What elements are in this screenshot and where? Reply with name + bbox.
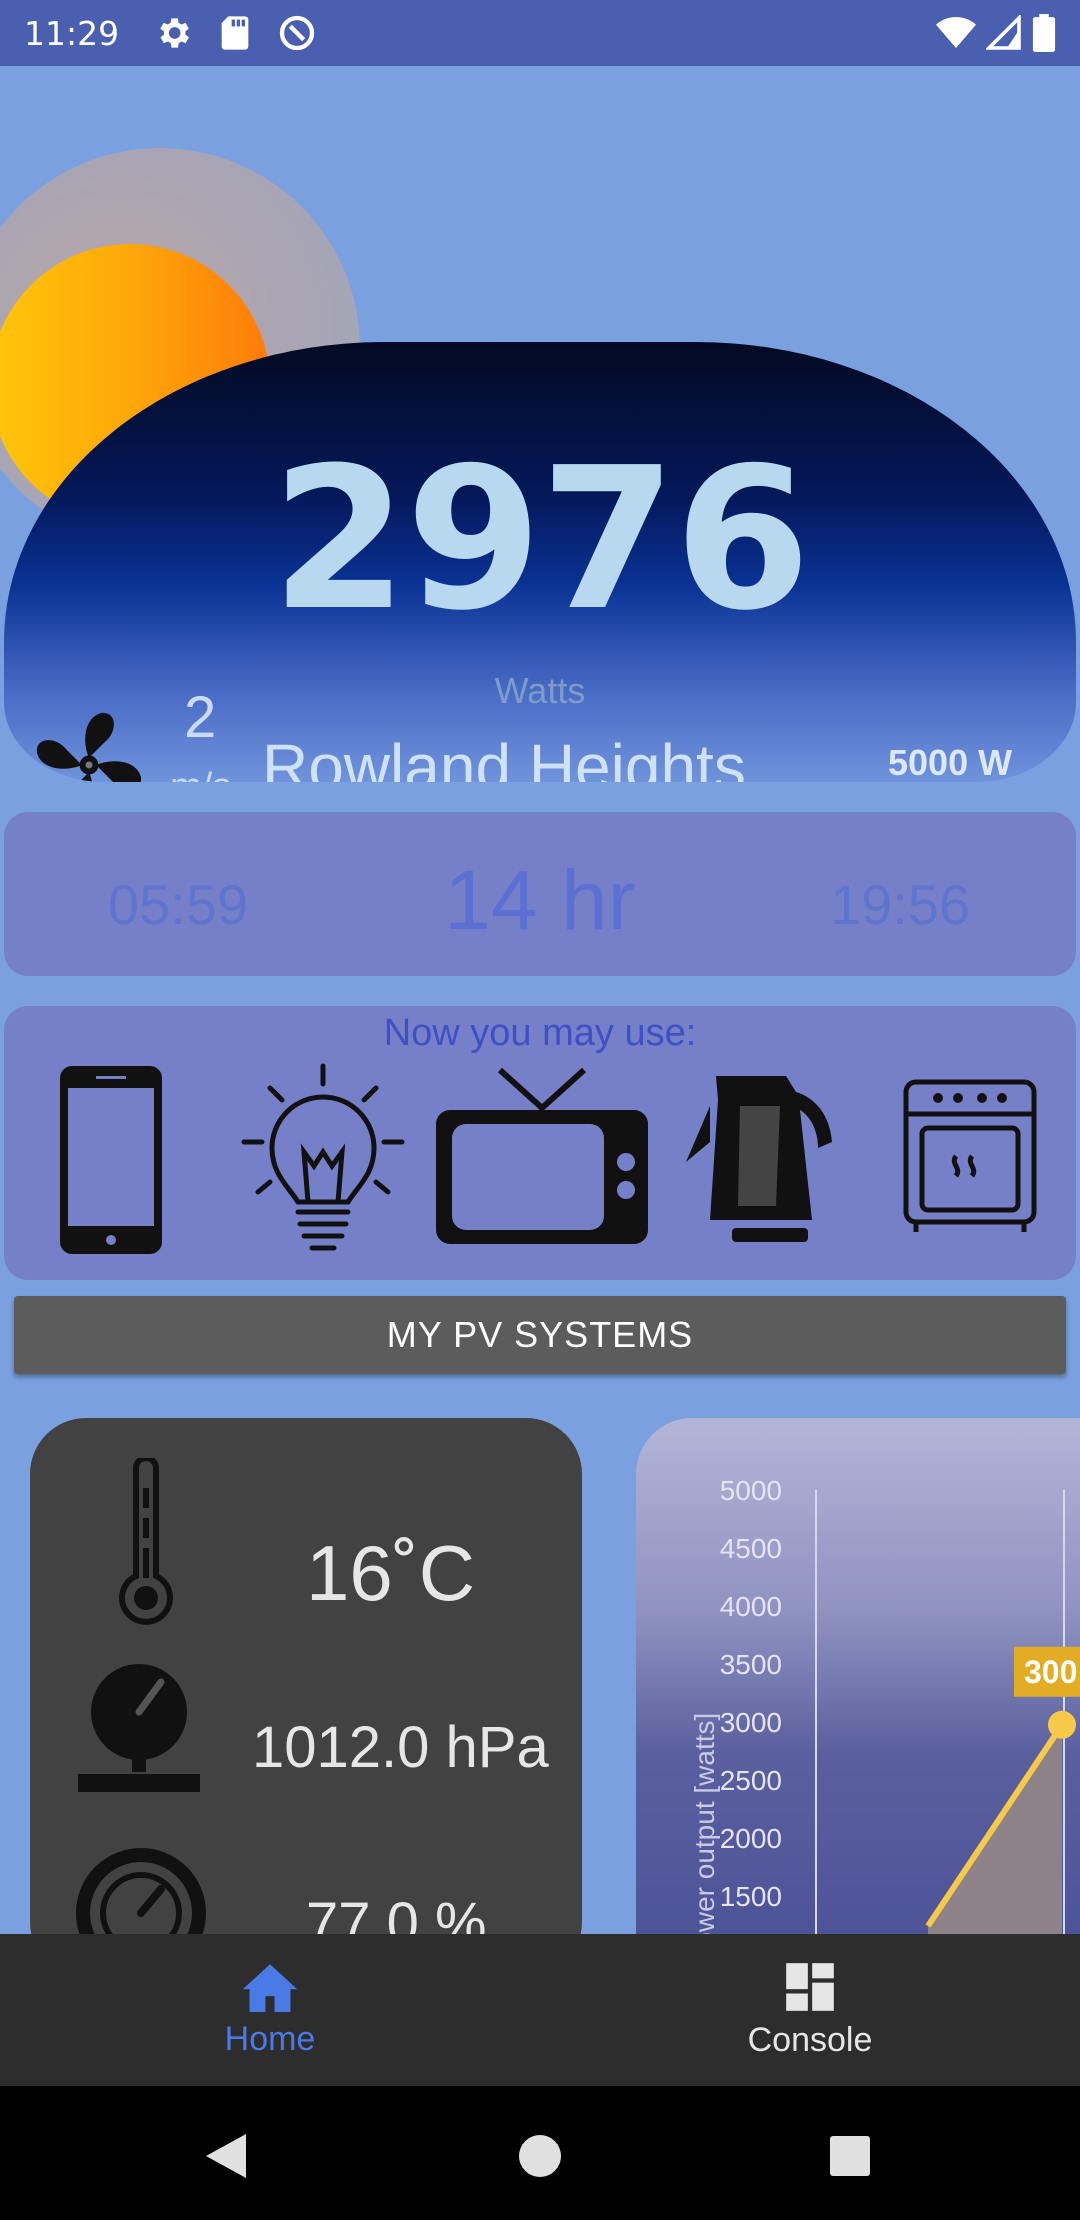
- temperature-value: 16˚C: [306, 1529, 476, 1617]
- battery-icon: [1032, 14, 1056, 52]
- chart-y-tick-label: 2000: [720, 1823, 782, 1854]
- gear-icon: [160, 18, 190, 48]
- tv-icon: [436, 1067, 648, 1244]
- power-unit-label: Watts: [494, 670, 586, 711]
- signal-icon: [986, 15, 1021, 50]
- bottom-navigation: Home Console: [0, 1934, 1080, 2086]
- nav-home-tab[interactable]: Home: [0, 1934, 540, 2086]
- appliances-title: Now you may use:: [383, 1012, 697, 1054]
- chart-data-label: 300: [1024, 1654, 1077, 1690]
- light-bulb-icon: [241, 1063, 405, 1251]
- chart-y-tick-label: 4500: [720, 1533, 782, 1564]
- back-icon[interactable]: [204, 2132, 248, 2180]
- location-name: Rowland Heights: [262, 731, 746, 782]
- oven-icon: [903, 1079, 1037, 1232]
- wind-speed-value: 2: [184, 685, 217, 750]
- chart-data-point[interactable]: [1048, 1710, 1076, 1739]
- system-capacity: 5000 W: [888, 742, 1013, 782]
- appliances-card: Now you may use:: [4, 1006, 1076, 1280]
- daylight-card: 05:59 14 hr 19:56: [4, 812, 1076, 976]
- kettle-icon: [686, 1076, 832, 1242]
- chart-y-tick-label: 5000: [720, 1475, 782, 1506]
- main-content: 2976 Watts 2 m/s Rowland Heights 5000 W …: [0, 66, 1080, 1934]
- sunset-time: 19:56: [830, 873, 971, 936]
- home-circle-icon[interactable]: [518, 2134, 562, 2178]
- sd-card-icon: [221, 16, 249, 50]
- chart-y-tick-label: 3000: [720, 1707, 782, 1738]
- recents-icon[interactable]: [828, 2134, 872, 2178]
- chart-y-axis-label: power output [watts]: [689, 1713, 720, 1934]
- current-power-value: 2976: [271, 426, 811, 654]
- status-time: 11:29: [24, 13, 120, 53]
- thermometer-icon: [119, 1458, 173, 1625]
- nav-home-label: Home: [224, 2019, 316, 2058]
- pressure-value: 1012.0 hPa: [252, 1715, 549, 1780]
- nav-console-label: Console: [747, 2020, 873, 2059]
- power-card: 2976 Watts 2 m/s Rowland Heights 5000 W: [4, 342, 1076, 782]
- barometer-icon: [78, 1664, 200, 1792]
- dashboard-icon: [786, 1962, 834, 2011]
- my-pv-systems-button[interactable]: MY PV SYSTEMS: [14, 1296, 1066, 1374]
- system-navigation-bar: [0, 2086, 1080, 2220]
- humidity-value: 77.0 %: [306, 1891, 487, 1934]
- wind-speed-unit: m/s: [170, 766, 231, 782]
- status-bar: 11:29: [0, 0, 1080, 66]
- fan-icon: [37, 712, 141, 782]
- chart-y-tick-label: 1500: [720, 1881, 782, 1912]
- smartphone-icon: [60, 1066, 162, 1254]
- gauge-icon: [76, 1848, 206, 1934]
- chart-y-tick-label: 3500: [720, 1649, 782, 1680]
- chart-svg: power output [watts] 5000 4500 4000 3500 300…: [689, 1475, 1080, 1934]
- wifi-icon: [936, 17, 976, 48]
- chart-y-tick-label: 4000: [720, 1591, 782, 1622]
- chart-y-tick-label: 2500: [720, 1765, 782, 1796]
- weather-card: 16˚C 1012.0 hPa 77.0 %: [30, 1418, 582, 1934]
- home-icon: [242, 1963, 298, 2012]
- power-output-chart: power output [watts] 5000 4500 4000 3500 300…: [636, 1418, 1080, 1934]
- at-sign-icon: [279, 15, 315, 51]
- nav-console-tab[interactable]: Console: [540, 1934, 1080, 2086]
